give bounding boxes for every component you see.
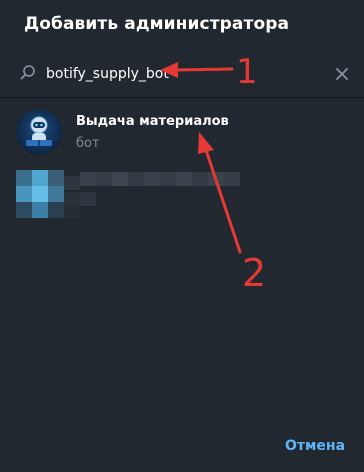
divider (0, 97, 364, 98)
blur-pixel (176, 172, 192, 186)
blur-pixel (16, 202, 32, 218)
avatar (16, 109, 62, 155)
blur-pixel (48, 186, 64, 202)
blur-pixel (48, 170, 64, 186)
blur-pixel (160, 172, 176, 186)
blurred-list-item[interactable] (0, 166, 364, 222)
cancel-button[interactable]: Отмена (280, 434, 350, 458)
search-icon (18, 63, 38, 83)
blur-pixel (64, 176, 80, 190)
result-name: Выдача материалов (76, 114, 229, 129)
dialog-title: Добавить администратора (24, 14, 290, 34)
blur-pixel (224, 172, 240, 186)
blur-pixel (16, 170, 32, 186)
blur-pixel (192, 172, 208, 186)
robot-icon (16, 109, 62, 155)
blur-pixel (48, 202, 64, 218)
blur-pixel (32, 170, 48, 186)
blur-pixel (144, 172, 160, 186)
blur-pixel (208, 172, 224, 186)
blur-pixel (128, 172, 144, 186)
annotation-marker-2: 2 (242, 251, 266, 295)
list-item[interactable]: Выдача материалов бот (0, 104, 364, 160)
add-admin-dialog: Добавить администратора botify_supply_bo… (0, 0, 364, 472)
blur-pixel (16, 186, 32, 202)
blur-pixel (112, 172, 128, 186)
blur-pixel (32, 202, 48, 218)
result-status: бот (76, 136, 100, 151)
search-input[interactable] (46, 62, 276, 86)
blur-pixel (32, 186, 48, 202)
blur-pixel (96, 172, 112, 186)
search-row (0, 54, 364, 94)
blur-pixel (64, 192, 80, 206)
close-icon[interactable] (330, 62, 354, 86)
blur-pixel (64, 206, 80, 218)
blur-pixel (80, 192, 96, 206)
blur-pixel (80, 172, 96, 186)
